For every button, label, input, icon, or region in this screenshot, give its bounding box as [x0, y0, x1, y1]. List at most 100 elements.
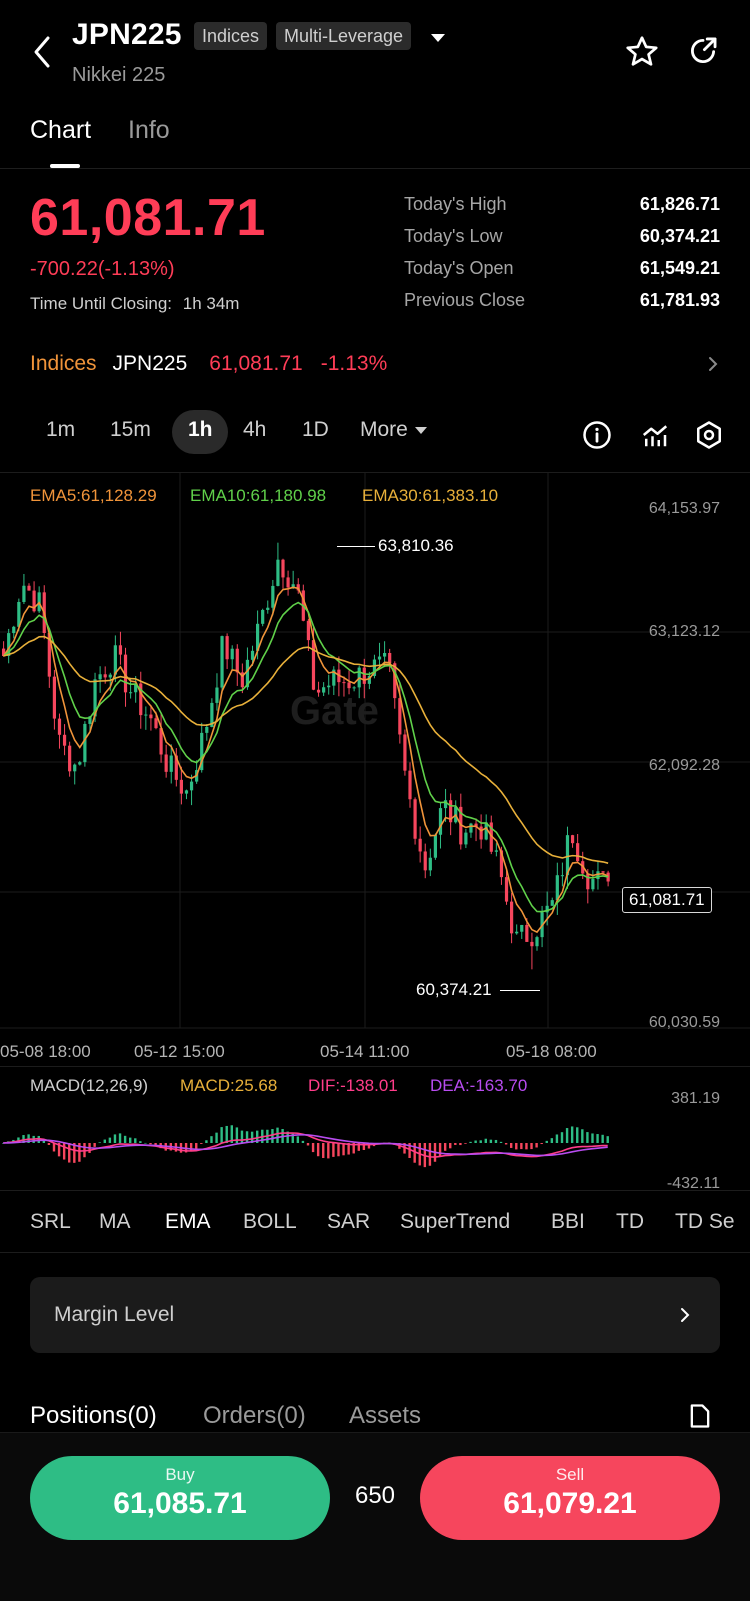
stat-label-low: Today's Low [404, 226, 503, 246]
candle-body [342, 682, 346, 684]
candle-body [78, 762, 82, 765]
stat-label-open: Today's Open [404, 258, 514, 278]
candle-body [510, 901, 514, 934]
macd-bar [327, 1143, 330, 1159]
candle-body [73, 764, 77, 772]
tab-orders[interactable]: Orders(0) [203, 1402, 306, 1430]
candle-body [428, 857, 432, 871]
candle-body [215, 687, 219, 703]
macd-bar [271, 1129, 274, 1143]
macd-bar [322, 1143, 325, 1158]
candle-body [12, 626, 16, 634]
buy-button[interactable]: Buy 61,085.71 [30, 1456, 330, 1540]
macd-bar [210, 1136, 213, 1143]
candle-body [550, 900, 554, 906]
symbol-dropdown[interactable] [428, 28, 448, 48]
macd-bar [530, 1143, 533, 1150]
macd-bar [565, 1128, 569, 1143]
stat-label-prev-close: Previous Close [404, 290, 526, 310]
candle-body [144, 714, 148, 716]
ticker-row[interactable]: Indices JPN225 61,081.71 -1.13% [30, 352, 720, 376]
low-annotation-line [500, 990, 540, 991]
share-button[interactable] [686, 34, 720, 73]
info-icon [583, 421, 611, 449]
chart-info-button[interactable] [582, 420, 612, 455]
indicator-tab-sar[interactable]: SAR [327, 1210, 370, 1234]
indicator-tab-srl[interactable]: SRL [30, 1210, 71, 1234]
dif-value: DIF:-138.01 [308, 1076, 398, 1095]
candle-body [271, 585, 275, 608]
macd-bar [555, 1134, 559, 1143]
macd-bar [68, 1143, 71, 1163]
macd-bar [560, 1132, 564, 1143]
candle-body [184, 790, 189, 794]
candlestick-chart[interactable]: Gate [0, 472, 750, 1030]
macd-bar [504, 1143, 508, 1145]
macd-bar [545, 1140, 548, 1143]
chevron-left-icon [34, 36, 50, 68]
tab-info[interactable]: Info [128, 116, 170, 145]
candle-body [220, 636, 224, 688]
candle-body [266, 607, 270, 610]
time-axis-4: 05-18 08:00 [506, 1042, 597, 1061]
candle-body [560, 875, 564, 877]
timeframe-1m[interactable]: 1m [46, 418, 75, 442]
candle-body [261, 609, 265, 624]
candle-body [83, 723, 87, 763]
macd-bar [540, 1143, 543, 1145]
back-button[interactable] [28, 32, 56, 72]
indicator-tab-ema[interactable]: EMA [165, 1210, 211, 1234]
candle-body [504, 877, 509, 902]
indicator-tab-td-seq[interactable]: TD Se [675, 1210, 750, 1234]
current-price-marker: 61,081.71 [622, 887, 712, 913]
gate-watermark: Gate [290, 689, 379, 733]
sell-button[interactable]: Sell 61,079.21 [420, 1456, 720, 1540]
macd-bar [98, 1142, 101, 1143]
macd-bar [474, 1140, 477, 1143]
macd-bar [103, 1139, 106, 1143]
indicator-tab-supertrend[interactable]: SuperTrend [400, 1210, 510, 1234]
timeframe-1h[interactable]: 1h [188, 418, 213, 442]
indicators-button[interactable] [640, 420, 670, 455]
macd-bar [108, 1137, 112, 1143]
ticker-change: -1.13% [320, 352, 388, 375]
indicator-tab-ma[interactable]: MA [99, 1210, 131, 1234]
timeframe-4h[interactable]: 4h [243, 418, 266, 442]
candle-body [281, 559, 285, 578]
macd-value: MACD:25.68 [180, 1076, 278, 1095]
macd-bar [220, 1127, 223, 1143]
closing-label: Time Until Closing: [30, 294, 173, 313]
timeframe-more[interactable]: More [360, 418, 428, 442]
last-price: 61,081.71 [30, 189, 266, 247]
candle-body [169, 755, 173, 772]
candle-body [520, 924, 524, 932]
indicator-tab-bbi[interactable]: BBI [551, 1210, 585, 1234]
ticker-symbol: JPN225 [112, 352, 188, 375]
tab-positions[interactable]: Positions(0) [30, 1402, 157, 1430]
macd-bar [113, 1134, 117, 1143]
margin-level-row[interactable]: Margin Level [30, 1277, 720, 1353]
tab-chart[interactable]: Chart [30, 116, 91, 145]
candle-body [377, 656, 382, 660]
tab-assets[interactable]: Assets [349, 1402, 421, 1430]
candle-body [103, 674, 107, 678]
timeframe-more-label: More [360, 418, 408, 441]
chart-settings-button[interactable] [694, 420, 724, 455]
timeframe-1d[interactable]: 1D [302, 418, 329, 442]
macd-bar [129, 1137, 132, 1143]
candle-body [494, 850, 498, 852]
macd-title: MACD(12,26,9) [30, 1076, 149, 1095]
indicator-tab-td[interactable]: TD [616, 1210, 644, 1234]
ema5-label: EMA5:61,128.29 [30, 486, 157, 505]
candle-body [108, 674, 112, 678]
history-button[interactable] [686, 1402, 714, 1435]
macd-divider [0, 1190, 750, 1191]
macd-bar [454, 1143, 457, 1145]
indicator-chart-icon [642, 425, 668, 447]
indicator-tab-boll[interactable]: BOLL [243, 1210, 297, 1234]
candle-body [179, 779, 183, 794]
candle-body [22, 585, 26, 602]
timeframe-15m[interactable]: 15m [110, 418, 151, 442]
stat-value-open: 61,549.21 [639, 258, 720, 278]
favorite-button[interactable] [624, 34, 660, 75]
